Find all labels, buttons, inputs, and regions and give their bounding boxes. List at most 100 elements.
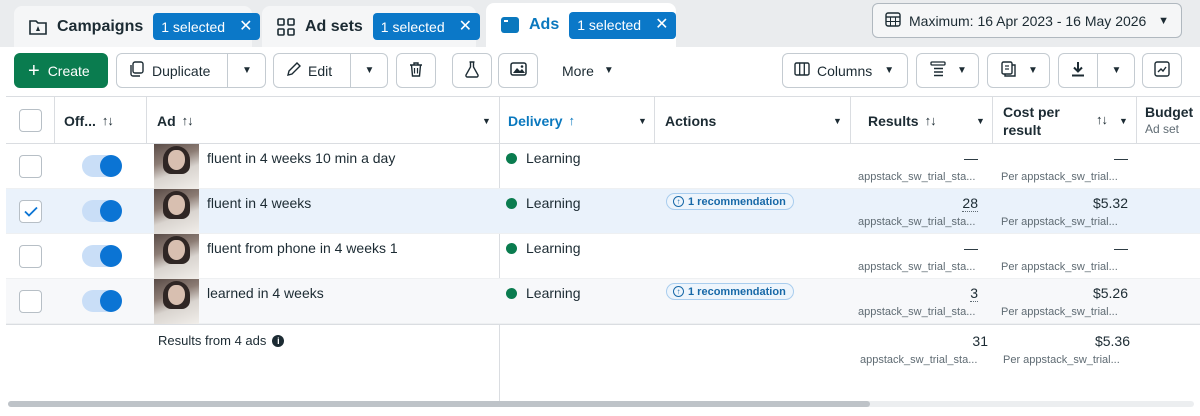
ad-thumbnail[interactable] bbox=[154, 234, 199, 279]
tab-ads[interactable]: Ads 1 selected ✕ bbox=[486, 3, 677, 47]
ads-table: Off... ↑↓ Ad ↑↓ ▼ Delivery ↑ ▼ Actions ▼… bbox=[6, 96, 1200, 402]
selection-chip[interactable]: 1 selected ✕ bbox=[372, 13, 481, 40]
results-value: — bbox=[964, 150, 978, 166]
edit-button[interactable]: Edit bbox=[274, 54, 350, 87]
delivery-label: Learning bbox=[526, 195, 581, 211]
status-dot bbox=[506, 242, 517, 254]
table-row[interactable]: learned in 4 weeks Learning ↑ 1 recommend… bbox=[6, 279, 1200, 324]
download-icon bbox=[1071, 61, 1085, 80]
row-checkbox[interactable] bbox=[19, 245, 42, 268]
total-results-subtext: appstack_sw_trial_sta... bbox=[860, 354, 978, 366]
create-button[interactable]: + Create bbox=[14, 53, 108, 88]
breakdown-button[interactable]: ▼ bbox=[916, 53, 979, 88]
results-value: — bbox=[964, 240, 978, 256]
recommendation-chip[interactable]: ↑ 1 recommendation bbox=[666, 193, 794, 210]
cost-subtext: Per appstack_sw_trial... bbox=[1001, 171, 1118, 183]
ad-thumbnail[interactable] bbox=[154, 279, 199, 324]
delete-button[interactable] bbox=[396, 53, 436, 88]
scrollbar-thumb[interactable] bbox=[8, 401, 870, 407]
ab-test-button[interactable] bbox=[452, 53, 492, 88]
clear-selection-icon[interactable]: ✕ bbox=[239, 18, 252, 35]
toggle-knob bbox=[100, 245, 122, 267]
summary-label-group: Results from 4 ads i bbox=[158, 333, 285, 348]
info-icon[interactable]: i bbox=[272, 334, 285, 347]
chevron-down-icon[interactable]: ▼ bbox=[833, 116, 842, 126]
column-header-off[interactable]: Off... ↑↓ bbox=[64, 97, 114, 144]
ad-name[interactable]: fluent in 4 weeks bbox=[207, 195, 311, 211]
total-cost-value: $5.36 bbox=[1094, 333, 1130, 349]
preview-button[interactable] bbox=[498, 53, 538, 88]
chevron-down-icon: ▼ bbox=[957, 65, 967, 76]
column-header-budget[interactable]: Budget Ad set bbox=[1145, 97, 1193, 144]
tab-ad-sets[interactable]: Ad sets 1 selected ✕ bbox=[262, 6, 481, 47]
table-row[interactable]: fluent from phone in 4 weeks 1 Learning … bbox=[6, 234, 1200, 279]
column-label: Results bbox=[868, 112, 919, 129]
sort-ascending-icon[interactable]: ↑ bbox=[568, 113, 574, 128]
reports-button[interactable]: ▼ bbox=[987, 53, 1050, 88]
ad-thumbnail[interactable] bbox=[154, 189, 199, 234]
sort-icon[interactable]: ↑↓ bbox=[1096, 112, 1108, 127]
duplicate-icon bbox=[129, 61, 145, 80]
results-subtext: appstack_sw_trial_sta... bbox=[858, 306, 976, 318]
ad-toggle[interactable] bbox=[82, 245, 122, 267]
row-checkbox[interactable] bbox=[19, 155, 42, 178]
table-row[interactable]: fluent in 4 weeks 10 min a day Learning … bbox=[6, 144, 1200, 189]
divider bbox=[850, 96, 851, 144]
divider bbox=[54, 96, 55, 144]
column-label: Budget bbox=[1145, 103, 1194, 120]
chevron-down-icon[interactable]: ▼ bbox=[638, 116, 647, 126]
recommendation-chip[interactable]: ↑ 1 recommendation bbox=[666, 283, 794, 300]
ad-toggle[interactable] bbox=[82, 290, 122, 312]
column-header-cost-per-result[interactable]: Cost per result bbox=[1003, 97, 1060, 144]
columns-button[interactable]: Columns ▼ bbox=[782, 53, 908, 88]
selection-chip[interactable]: 1 selected ✕ bbox=[153, 13, 261, 40]
divider bbox=[654, 96, 655, 144]
delivery-status: Learning bbox=[506, 195, 581, 211]
sort-icon[interactable]: ↑↓ bbox=[925, 113, 937, 128]
clear-selection-icon[interactable]: ✕ bbox=[459, 18, 472, 35]
summary-row: Results from 4 ads i 31 appstack_sw_tria… bbox=[6, 324, 1200, 384]
ad-thumbnail[interactable] bbox=[154, 144, 199, 189]
chevron-down-icon[interactable]: ▼ bbox=[482, 116, 491, 126]
chevron-down-icon: ▼ bbox=[1028, 65, 1038, 76]
select-all-checkbox[interactable] bbox=[19, 109, 42, 132]
date-range-label: Maximum: 16 Apr 2023 - 16 May 2026 bbox=[909, 12, 1147, 29]
breakdown-icon bbox=[930, 61, 946, 80]
selection-chip[interactable]: 1 selected ✕ bbox=[569, 11, 677, 39]
ad-toggle[interactable] bbox=[82, 200, 122, 222]
export-button[interactable] bbox=[1059, 54, 1097, 87]
tab-campaigns[interactable]: Campaigns 1 selected ✕ bbox=[14, 6, 261, 47]
sort-icon[interactable]: ↑↓ bbox=[102, 113, 114, 128]
results-value[interactable]: 3 bbox=[970, 285, 978, 302]
row-checkbox[interactable] bbox=[19, 290, 42, 313]
chevron-down-icon[interactable]: ▼ bbox=[976, 116, 985, 126]
ad-name[interactable]: learned in 4 weeks bbox=[207, 285, 324, 301]
duplicate-button[interactable]: Duplicate bbox=[117, 54, 227, 87]
charts-button[interactable] bbox=[1142, 53, 1182, 88]
column-header-ad[interactable]: Ad ↑↓ bbox=[157, 97, 194, 144]
horizontal-scrollbar[interactable] bbox=[8, 401, 1194, 407]
export-dropdown-button[interactable]: ▼ bbox=[1098, 54, 1135, 87]
ad-toggle[interactable] bbox=[82, 155, 122, 177]
ad-window-icon bbox=[500, 15, 520, 35]
table-row[interactable]: fluent in 4 weeks Learning ↑ 1 recommenda… bbox=[6, 189, 1200, 234]
duplicate-split-button: Duplicate ▼ bbox=[116, 53, 266, 88]
column-header-delivery[interactable]: Delivery ↑ bbox=[508, 97, 575, 144]
ad-name[interactable]: fluent in 4 weeks 10 min a day bbox=[207, 150, 395, 166]
toggle-knob bbox=[100, 155, 122, 177]
more-button[interactable]: More ▼ bbox=[546, 53, 626, 88]
results-subtext: appstack_sw_trial_sta... bbox=[858, 261, 976, 273]
results-value[interactable]: 28 bbox=[962, 195, 978, 212]
clear-selection-icon[interactable]: ✕ bbox=[655, 17, 668, 33]
tab-label: Campaigns bbox=[57, 17, 144, 35]
duplicate-dropdown-button[interactable]: ▼ bbox=[228, 54, 266, 87]
sort-icon[interactable]: ↑↓ bbox=[182, 113, 194, 128]
edit-dropdown-button[interactable]: ▼ bbox=[351, 54, 388, 87]
ad-name[interactable]: fluent from phone in 4 weeks 1 bbox=[207, 240, 398, 256]
column-header-actions[interactable]: Actions bbox=[665, 97, 716, 144]
row-checkbox[interactable] bbox=[19, 200, 42, 223]
column-header-results[interactable]: Results ↑↓ bbox=[868, 97, 937, 144]
date-range-picker[interactable]: Maximum: 16 Apr 2023 - 16 May 2026 ▼ bbox=[872, 3, 1182, 38]
columns-label: Columns bbox=[817, 62, 873, 79]
chevron-down-icon[interactable]: ▼ bbox=[1119, 116, 1128, 126]
